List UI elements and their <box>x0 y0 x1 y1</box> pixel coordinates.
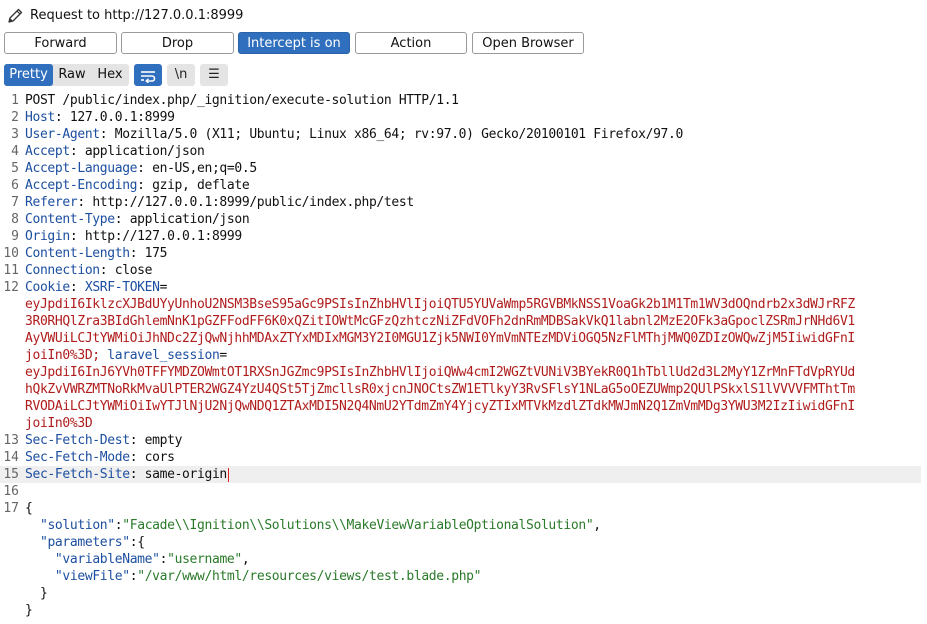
header-value: application/json <box>129 212 250 227</box>
json-string: Facade\\Ignition\\Solutions\\MakeViewVar… <box>129 518 586 533</box>
header-value: http://127.0.0.1:8999/public/index.php/t… <box>92 195 414 210</box>
menu-icon: ☰ <box>208 67 220 82</box>
header-value: Mozilla/5.0 (X11; Ubuntu; Linux x86_64; … <box>114 127 684 142</box>
json-key: variableName <box>62 552 153 567</box>
body-line: "viewFile":"/var/www/html/resources/view… <box>54 569 482 584</box>
cookie-value-line: joiIn0%3D; laravel_session= <box>25 348 227 363</box>
header-value: en-US,en;q=0.5 <box>152 161 257 176</box>
cookie-value: hQkZvVWRZMTNoRkMvaUlPTER2WGZ4YzU4QSt5TjZ… <box>25 382 855 397</box>
cookie-value-line: hQkZvVWRZMTNoRkMvaUlPTER2WGZ4YzU4QSt5TjZ… <box>0 381 921 398</box>
json-key: parameters <box>47 535 123 550</box>
cookie-value-line: RVODAiLCJtYWMiOiIwYTJlNjU2NjQwNDQ1ZTAxMD… <box>0 398 921 415</box>
cookie-value-line: joiIn0%3D <box>0 415 921 432</box>
header-value: gzip, deflate <box>152 178 250 193</box>
cookie-value: eyJpdiI6InJ6YVh0TFFYMDZOWmtOT1RXSnJGZmc9… <box>25 365 855 380</box>
header-line: 14 Sec-Fetch-Mode: cors <box>3 450 175 465</box>
request-editor[interactable]: 1 POST /public/index.php/_ignition/execut… <box>0 92 927 624</box>
header-line: 8 Content-Type: application/json <box>11 212 250 227</box>
body-line: "variableName":"username", <box>54 552 250 567</box>
intercept-toggle-button[interactable]: Intercept is on <box>238 32 350 54</box>
cookie-name: laravel_session <box>107 348 220 363</box>
drop-button[interactable]: Drop <box>121 32 234 54</box>
header-line: 11 Connection: close <box>3 263 153 278</box>
header-value: same-origin <box>144 467 228 482</box>
header-line: 10 Content-Length: 175 <box>3 246 168 261</box>
header-name: Content-Type <box>25 212 115 227</box>
cookie-value: AyVWUiLCJtYWMiOiJhNDc2ZjQwNjhhMDAxZTYxMD… <box>25 331 855 346</box>
cookie-header-line: 12 Cookie: XSRF-TOKEN= <box>3 280 168 295</box>
text-cursor <box>227 467 229 482</box>
header-name: Host <box>25 110 55 125</box>
header-line: 5 Accept-Language: en-US,en;q=0.5 <box>11 161 257 176</box>
header-value: http://127.0.0.1:8999 <box>84 229 242 244</box>
header-name: Accept <box>25 144 70 159</box>
cookie-value: joiIn0%3D; <box>25 348 100 363</box>
action-button[interactable]: Action <box>355 32 467 54</box>
header-name: Content-Length <box>25 246 130 261</box>
header-value: close <box>114 263 153 278</box>
header-name: Connection <box>25 263 100 278</box>
header-value: cors <box>144 450 175 465</box>
header-line: 2 Host: 127.0.0.1:8999 <box>11 110 175 125</box>
body-line: 17{ <box>3 501 33 516</box>
header-line: 13 Sec-Fetch-Dest: empty <box>3 433 183 448</box>
intercept-actions: Forward Drop Intercept is on Action Open… <box>0 32 927 56</box>
header-line: 3 User-Agent: Mozilla/5.0 (X11; Ubuntu; L… <box>11 127 684 142</box>
cookie-name: XSRF-TOKEN <box>84 280 160 295</box>
wrap-lines-icon <box>141 70 156 84</box>
header-name: Sec-Fetch-Mode <box>25 450 130 465</box>
json-string: /var/www/html/resources/views/test.blade… <box>144 569 474 584</box>
header-name: Accept-Encoding <box>25 178 138 193</box>
pencil-icon <box>8 8 23 23</box>
json-key: viewFile <box>62 569 123 584</box>
forward-button[interactable]: Forward <box>4 32 117 54</box>
tab-raw[interactable]: Raw <box>55 64 89 86</box>
header-value: 175 <box>144 246 168 261</box>
cookie-value-line: eyJpdiI6InJ6YVh0TFFYMDZOWmtOT1RXSnJGZmc9… <box>0 364 921 381</box>
body-line: "solution":"Facade\\Ignition\\Solutions\… <box>39 518 601 533</box>
request-line-text: POST /public/index.php/_ignition/execute… <box>25 93 459 108</box>
header-value: empty <box>144 433 183 448</box>
request-line: 1 POST /public/index.php/_ignition/execut… <box>11 93 459 108</box>
header-name: Sec-Fetch-Site <box>25 467 130 482</box>
body-line: "parameters":{ <box>39 535 145 550</box>
wrap-lines-button[interactable] <box>134 64 162 86</box>
newline-toggle-button[interactable]: \n <box>167 64 195 86</box>
view-mode-tabs: Pretty Raw Hex <box>4 64 129 86</box>
header-name: Cookie <box>25 280 70 295</box>
header-name: Accept-Language <box>25 161 138 176</box>
title-bar: Request to http://127.0.0.1:8999 <box>0 0 927 32</box>
header-value: 127.0.0.1:8999 <box>69 110 175 125</box>
open-browser-button[interactable]: Open Browser <box>472 32 584 54</box>
body-line: } <box>25 603 33 618</box>
window-title: Request to http://127.0.0.1:8999 <box>30 8 244 23</box>
header-value: application/json <box>84 144 205 159</box>
cookie-value: 3R0RHQlZra3BIdGhlemNnK1pGZFFodFF6K0xQZit… <box>25 314 855 329</box>
cookie-value: joiIn0%3D <box>25 416 93 431</box>
menu-button[interactable]: ☰ <box>200 64 228 86</box>
cookie-value-line: eyJpdiI6IklzcXJBdUYyUnhoU2NSM3BseS95aGc9… <box>0 296 921 313</box>
header-name: Referer <box>25 195 78 210</box>
header-line-current: 15 Sec-Fetch-Site: same-origin <box>0 466 921 483</box>
cookie-value: RVODAiLCJtYWMiOiIwYTJlNjU2NjQwNDQ1ZTAxMD… <box>25 399 855 414</box>
json-key: solution <box>47 518 108 533</box>
tab-hex[interactable]: Hex <box>92 64 128 86</box>
json-string: username <box>174 552 235 567</box>
cookie-value-line: 3R0RHQlZra3BIdGhlemNnK1pGZFFodFF6K0xQZit… <box>0 313 921 330</box>
cookie-value: eyJpdiI6IklzcXJBdUYyUnhoU2NSM3BseS95aGc9… <box>25 297 855 312</box>
header-name: Sec-Fetch-Dest <box>25 433 130 448</box>
header-name: Origin <box>25 229 70 244</box>
header-line: 6 Accept-Encoding: gzip, deflate <box>11 178 250 193</box>
header-line: 7 Referer: http://127.0.0.1:8999/public/i… <box>11 195 414 210</box>
header-name: User-Agent <box>25 127 100 142</box>
newline-toggle-icon: \n <box>174 67 188 82</box>
cookie-value-line: AyVWUiLCJtYWMiOiJhNDc2ZjQwNjhhMDAxZTYxMD… <box>0 330 921 347</box>
body-line: } <box>25 586 48 601</box>
message-view-toolbar: Pretty Raw Hex \n ☰ <box>0 64 927 86</box>
blank-line: 16 <box>3 484 19 499</box>
header-line: 4 Accept: application/json <box>11 144 205 159</box>
tab-pretty[interactable]: Pretty <box>4 64 53 86</box>
header-line: 9 Origin: http://127.0.0.1:8999 <box>11 229 242 244</box>
